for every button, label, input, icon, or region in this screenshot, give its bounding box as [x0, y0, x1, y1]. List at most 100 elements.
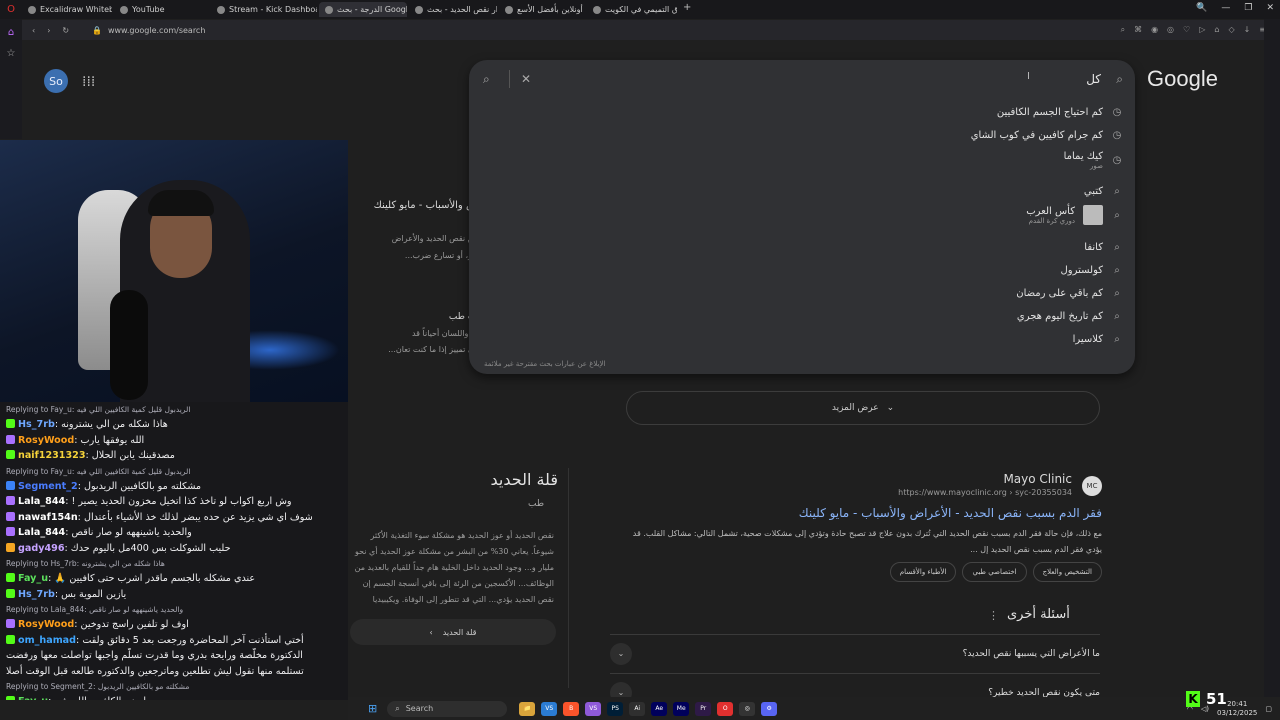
taskbar-app-icon[interactable]: Pr	[695, 701, 712, 716]
chip-doctors[interactable]: الأطباء والأقسام	[889, 562, 957, 582]
home-icon[interactable]: ⌂	[8, 27, 14, 38]
browser-tab[interactable]: Excalidraw Whiteboard	[22, 2, 112, 17]
chat-username[interactable]: om_hamad	[18, 635, 76, 646]
chat-username[interactable]: naif1231323	[18, 450, 86, 461]
notification-icon[interactable]: ▢	[1265, 705, 1272, 713]
chat-text: أختي استأذنت آخر المحاضرة ورجعت بعد 5 دق…	[82, 634, 304, 646]
search-icon[interactable]: ⌕	[1121, 25, 1125, 35]
opera-logo-icon[interactable]: O	[0, 4, 22, 15]
chevron-left-icon: ‹	[429, 627, 433, 637]
more-options-icon[interactable]: ⋮	[988, 609, 999, 622]
chat-username[interactable]: Hs_7rb	[18, 589, 55, 600]
new-tab-button[interactable]: +	[679, 2, 695, 17]
browser-tab[interactable]: أسواق التميمي في الكويت	[587, 2, 677, 17]
streamer-hair	[148, 190, 214, 216]
forward-icon[interactable]: ›	[47, 26, 50, 35]
search-input[interactable]: كل	[1086, 72, 1101, 86]
windows-start-icon[interactable]: ⊞	[368, 702, 377, 715]
browser-tab[interactable]: Stream - Kick Dashboard	[211, 2, 317, 17]
extension-icons: ⌕ ⌘ ◉ ◎ ♡ ▷ ⌂ ◇ ↓ ≡	[1121, 25, 1280, 35]
suggestion-label: كم احتياج الجسم الكافيين	[996, 106, 1103, 118]
knowledge-panel-link[interactable]: ‹ قلة الحديد	[350, 619, 556, 645]
paa-question[interactable]: ⌄ ما الأعراض التي يسببها نقص الحديد؟	[610, 634, 1100, 672]
taskbar-app-icon[interactable]: O	[717, 701, 734, 716]
browser-tab[interactable]: YouTube	[114, 2, 209, 17]
bookmark-icon[interactable]: ⌂	[1214, 25, 1219, 35]
suggestion-item[interactable]: ⌕ كولسترول	[1060, 260, 1123, 280]
chat-username[interactable]: RosyWood	[18, 619, 74, 630]
suggestion-item[interactable]: ⌕ كانفا	[1084, 237, 1123, 257]
url-field[interactable]: www.google.com/search	[108, 26, 205, 35]
tab-label: أضرار نقص الحديد - بحث Go	[427, 5, 497, 14]
chip-diagnosis[interactable]: التشخيص والعلاج	[1032, 562, 1102, 582]
suggestion-text: كلاسيرا	[1073, 334, 1103, 345]
browser-tab[interactable]: اشتري أونلاين بأفضل الأسع	[499, 2, 585, 17]
taskbar-app-icon[interactable]: ◎	[739, 701, 756, 716]
chat-username[interactable]: RosyWood	[18, 435, 74, 446]
reload-icon[interactable]: ↻	[62, 26, 69, 35]
chat-username[interactable]: Lala_844	[18, 527, 65, 538]
browser-tab[interactable]: أضرار نقص الحديد - بحث Go	[409, 2, 497, 17]
suggestion-item[interactable]: ⌕ كأس العرب دوري كرة القدم	[1026, 205, 1123, 225]
taskbar-app-icon[interactable]: ⚙	[761, 701, 778, 716]
chat-message: nawaf154n: شوف اي شي يزيد عن حده يبضر لذ…	[0, 510, 348, 526]
back-icon[interactable]: ‹	[32, 26, 35, 35]
star-icon[interactable]: ☆	[7, 48, 16, 59]
chat-text: يازين الموية بس	[61, 588, 127, 600]
translate-icon[interactable]: ⌘	[1134, 25, 1142, 35]
taskbar-app-icon[interactable]: Me	[673, 701, 690, 716]
chat-text: وش اربع اكواب لو تاخذ كذا اتخيل مخزون ال…	[71, 496, 292, 507]
suggestion-item[interactable]: ⌕ كلاسيرا	[1073, 329, 1123, 349]
suggestion-text: كم تاريخ اليوم هجري	[1017, 311, 1103, 322]
suggestion-text: كم احتياج الجسم الكافيين	[997, 107, 1103, 118]
suggestion-item[interactable]: ⌕ كم باقي على رمضان	[1016, 283, 1123, 303]
window-controls: 🔍 — ❐ ✕	[1196, 3, 1274, 13]
viewer-count: 51	[1206, 690, 1227, 708]
suggestion-item[interactable]: ◷ كم احتياج الجسم الكافيين	[997, 102, 1123, 122]
taskbar-app-icon[interactable]: PS	[607, 701, 624, 716]
browser-tab[interactable]: الدرجة - بحث Google×	[319, 2, 407, 17]
chat-username[interactable]: nawaf154n	[18, 512, 78, 523]
search-icon[interactable]: ⌕	[483, 72, 490, 87]
snapshot-icon[interactable]: ◎	[1167, 25, 1174, 35]
chat-username[interactable]: Segment_2	[18, 481, 78, 492]
paa-question[interactable]: ⌄ متى يكون نقص الحديد خطير؟	[610, 673, 1100, 700]
play-icon[interactable]: ▷	[1199, 25, 1205, 35]
result-title-link[interactable]: فقر الدم بسبب نقص الحديد - الأعراض والأس…	[799, 506, 1102, 520]
search-tabs-icon[interactable]: 🔍	[1196, 3, 1207, 13]
maximize-button[interactable]: ❐	[1244, 3, 1252, 13]
taskbar-app-icon[interactable]: B	[563, 701, 580, 716]
chat-username[interactable]: Lala_844	[18, 496, 65, 507]
report-suggestions-link[interactable]: الإبلاغ عن عبارات بحث مقترحة غير ملائمة	[484, 360, 605, 368]
chat-username[interactable]: Fay_u	[18, 573, 48, 584]
reply-text: Replying to Hs_7rb: هاذا شكله من الي يشت…	[6, 559, 165, 568]
result-url[interactable]: https://www.mayoclinic.org › syc-2035503…	[898, 488, 1072, 497]
show-more-button[interactable]: عرض المزيد ⌄	[626, 391, 1100, 425]
chat-username[interactable]: Fay_u	[18, 696, 48, 700]
taskbar-search[interactable]: ⌕ Search	[387, 700, 508, 717]
suggestion-item[interactable]: ⌕ كم تاريخ اليوم هجري	[1017, 306, 1123, 326]
chat-username[interactable]: gady496	[18, 543, 65, 554]
clear-icon[interactable]: ✕	[521, 72, 531, 86]
taskbar-app-icon[interactable]: Ai	[629, 701, 646, 716]
heart-icon[interactable]: ♡	[1183, 25, 1190, 35]
suggestion-item[interactable]: ◷ كيك يماما صور	[1064, 150, 1123, 170]
search-icon: ⌕	[1114, 310, 1120, 322]
tab-favicon-icon	[505, 5, 513, 14]
knowledge-panel-title: قلة الحديد	[490, 470, 558, 489]
taskbar-app-icon[interactable]: VS	[585, 701, 602, 716]
camera-icon[interactable]: ◉	[1151, 25, 1158, 35]
download-icon[interactable]: ↓	[1244, 25, 1251, 35]
close-window-button[interactable]: ✕	[1266, 3, 1274, 13]
taskbar-app-icon[interactable]: Ae	[651, 701, 668, 716]
search-box[interactable]: ⌕ ✕ I كل ⌕	[469, 60, 1135, 100]
suggestion-item[interactable]: ⌕ كتبي	[1084, 181, 1123, 201]
taskbar-app-icon[interactable]: 📁	[519, 701, 536, 716]
chat-username[interactable]: Hs_7rb	[18, 419, 55, 430]
minimize-button[interactable]: —	[1221, 3, 1230, 13]
suggestion-item[interactable]: ◷ كم جرام كافيين في كوب الشاي	[971, 125, 1123, 145]
shield-icon[interactable]: ◇	[1228, 25, 1234, 35]
result-site-name[interactable]: Mayo Clinic	[1003, 472, 1072, 486]
taskbar-app-icon[interactable]: VS	[541, 701, 558, 716]
chip-specialist[interactable]: اختصاصي طبي	[962, 562, 1027, 582]
